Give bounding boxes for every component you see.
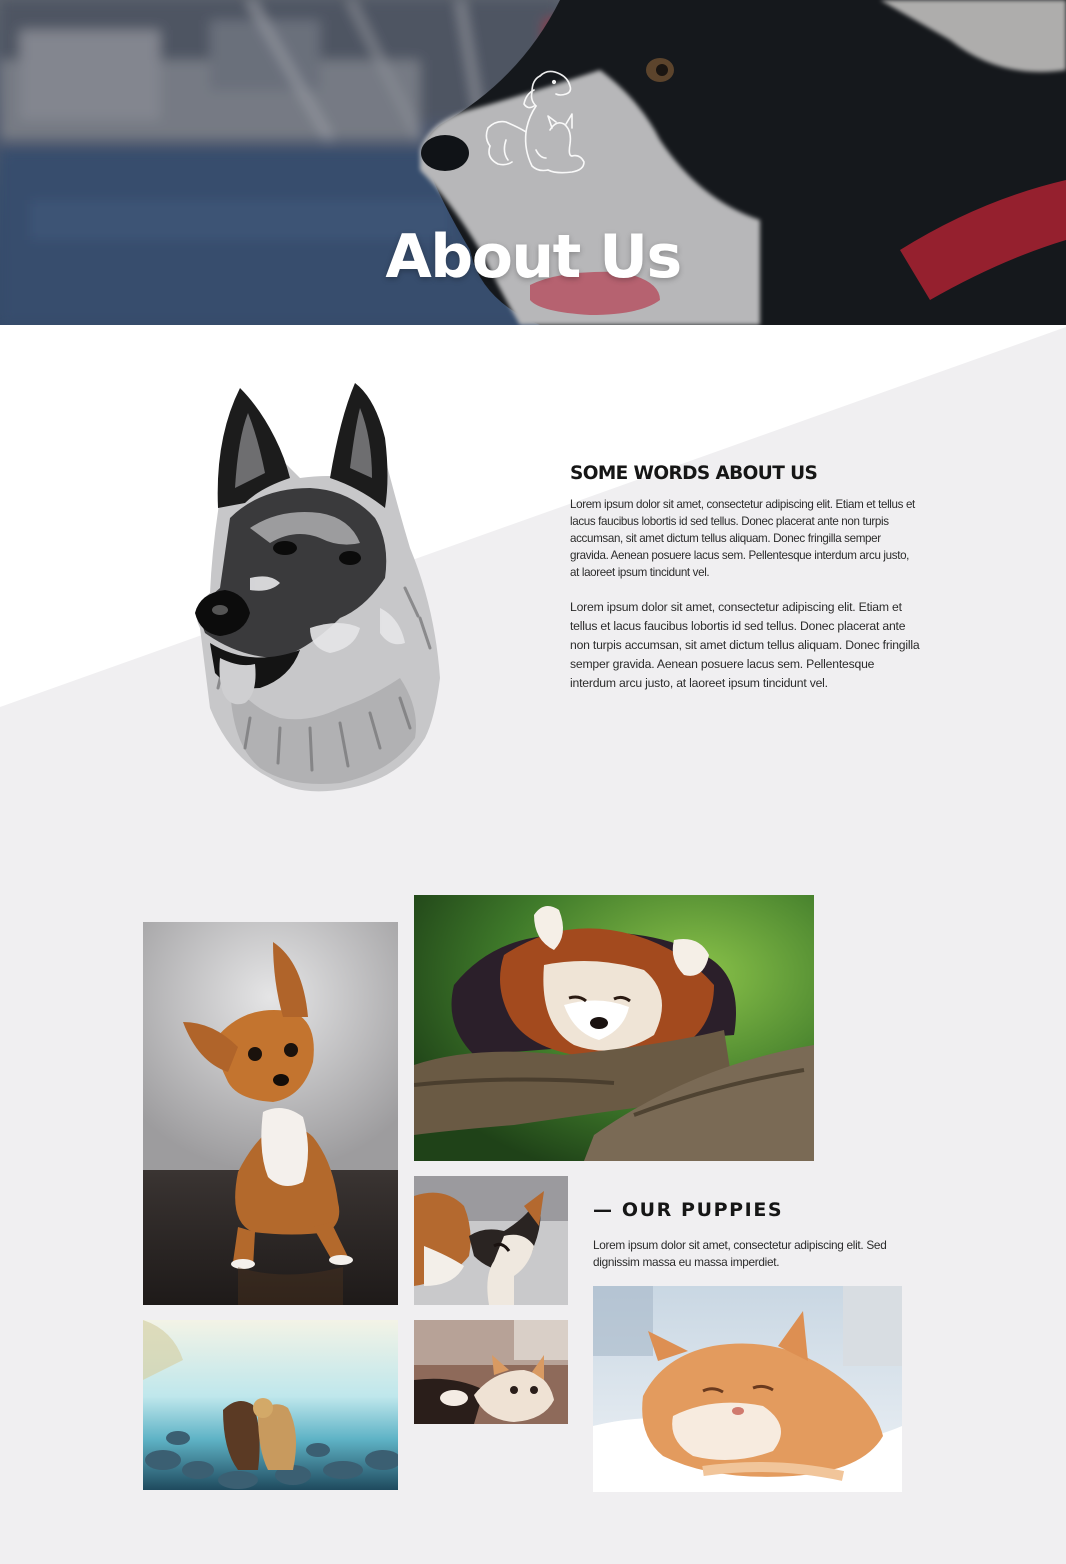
dog-and-cat-logo-icon [485,70,585,174]
our-puppies-heading: — OUR PUPPIES [593,1199,784,1221]
kitten-photo [414,1320,568,1424]
our-puppies-text: Lorem ipsum dolor sit amet, consectetur … [593,1238,887,1269]
about-paragraph-2: Lorem ipsum dolor sit amet, consectetur … [570,600,920,691]
hero-banner: About Us [0,0,1066,325]
diagonal-section-background [0,325,1066,845]
about-heading: SOME WORDS ABOUT US [570,463,818,484]
about-paragraph-1: Lorem ipsum dolor sit amet, consectetur … [570,498,915,580]
chihuahua-puppy-photo [143,922,398,1305]
dogs-on-beach-photo [143,1320,398,1490]
red-panda-photo [414,895,814,1161]
puppy-and-dog-photo [414,1176,568,1305]
page-title: About Us [385,222,682,293]
german-shepherd-illustration [195,383,440,792]
sleeping-cat-photo [593,1286,902,1492]
